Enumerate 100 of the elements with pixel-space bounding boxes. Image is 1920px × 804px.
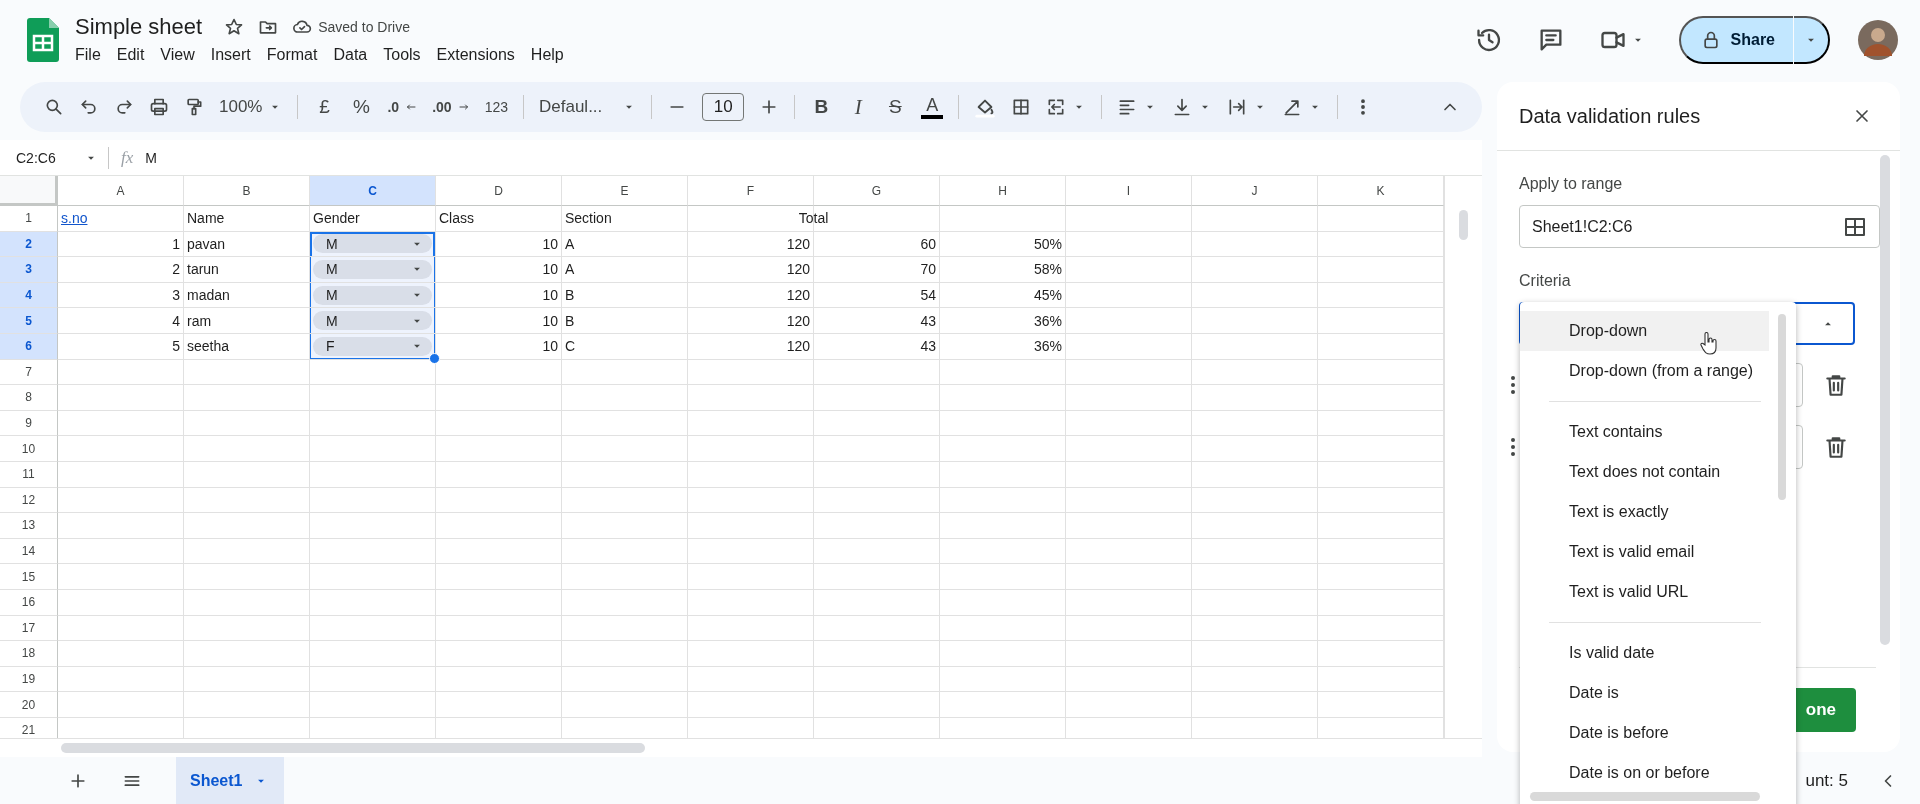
table-cell: 43: [814, 308, 940, 334]
menu-option[interactable]: Text contains: [1520, 412, 1769, 452]
drag-handle-icon[interactable]: [1510, 373, 1516, 397]
table-cell: 10: [436, 333, 562, 360]
sheet-tab[interactable]: Sheet1: [176, 757, 285, 804]
row-header[interactable]: 18: [0, 641, 58, 667]
number-format-button[interactable]: 123: [484, 99, 508, 115]
percent-format-button[interactable]: %: [350, 96, 373, 118]
table-cell: Class: [436, 206, 562, 232]
selection-count[interactable]: unt: 5: [1805, 770, 1848, 791]
row-header[interactable]: 10: [0, 436, 58, 462]
row-header[interactable]: 15: [0, 564, 58, 590]
fill-handle[interactable]: [429, 352, 440, 364]
undo-icon[interactable]: [79, 97, 99, 117]
menu-item[interactable]: Help: [522, 44, 572, 66]
arrow-right-icon: [457, 101, 470, 113]
menu-option[interactable]: Text is exactly: [1520, 492, 1769, 532]
field-label: Criteria: [1519, 272, 1572, 290]
row-header[interactable]: 3: [0, 257, 58, 283]
dropdown-chip[interactable]: M: [313, 285, 432, 305]
range-field[interactable]: Sheet1!C2:C6: [1519, 205, 1880, 248]
row-header[interactable]: 7: [0, 359, 58, 386]
paint-roller-icon[interactable]: [184, 97, 204, 117]
scrollbar[interactable]: [1880, 155, 1890, 645]
row-header[interactable]: 13: [0, 513, 58, 539]
field-label: Apply to range: [1519, 175, 1624, 193]
zoom-dropdown[interactable]: 100%: [219, 97, 283, 117]
print-icon[interactable]: [149, 97, 169, 117]
user-avatar[interactable]: [1858, 20, 1898, 60]
star-icon[interactable]: [224, 17, 245, 37]
menu-item[interactable]: Tools: [375, 44, 429, 66]
redo-icon[interactable]: [114, 97, 134, 117]
row-header[interactable]: 5: [0, 308, 58, 334]
table-cell: A: [562, 257, 688, 283]
currency-format-button[interactable]: £: [313, 96, 336, 118]
drag-handle-icon[interactable]: [1510, 435, 1516, 459]
table-cell: Section: [562, 206, 688, 232]
trash-icon[interactable]: [1823, 434, 1849, 460]
dropdown-chip[interactable]: F: [313, 336, 432, 356]
menu-item[interactable]: View: [152, 44, 203, 66]
menu-item[interactable]: Edit: [108, 44, 153, 66]
history-icon[interactable]: [1474, 26, 1503, 54]
search-icon[interactable]: [44, 97, 64, 117]
row-header[interactable]: 17: [0, 615, 58, 642]
bold-button[interactable]: B: [810, 96, 833, 118]
font-size-field[interactable]: 10: [702, 93, 745, 121]
dropdown-chip[interactable]: M: [313, 234, 432, 254]
row-header[interactable]: 9: [0, 410, 58, 437]
menu-item[interactable]: Insert: [202, 44, 259, 66]
name-box[interactable]: C2:C6: [0, 149, 108, 166]
menu-option[interactable]: Drop-down: [1520, 311, 1769, 351]
cell-link[interactable]: s.no: [61, 210, 88, 227]
row-header[interactable]: 16: [0, 589, 58, 616]
menu-option[interactable]: Drop-down (from a range): [1520, 351, 1769, 391]
table-cell: 36%: [940, 333, 1066, 360]
menu-item[interactable]: Format: [258, 44, 326, 66]
table-cell: Gender: [310, 206, 436, 232]
scrollbar[interactable]: [1530, 792, 1760, 801]
row-header[interactable]: 20: [0, 692, 58, 718]
strikethrough-button[interactable]: S: [884, 96, 907, 118]
menu-option[interactable]: Text is valid URL: [1520, 572, 1769, 612]
row-header[interactable]: 2: [0, 231, 58, 258]
scrollbar[interactable]: [1459, 210, 1468, 240]
trash-icon[interactable]: [1823, 372, 1849, 398]
formula-field[interactable]: M: [145, 149, 157, 166]
row-header[interactable]: 1: [0, 206, 58, 232]
dropdown-chip[interactable]: M: [313, 311, 432, 331]
scrollbar[interactable]: [1778, 314, 1786, 500]
menu-item[interactable]: File: [67, 44, 109, 66]
table-cell: C: [562, 333, 688, 360]
font-dropdown[interactable]: Defaul...: [539, 97, 637, 117]
menu-option[interactable]: Date is on or before: [1520, 753, 1769, 793]
decrease-decimal-button[interactable]: .0: [387, 99, 418, 115]
menu-item[interactable]: Data: [325, 44, 376, 66]
table-cell: A: [562, 231, 688, 258]
menu-option[interactable]: Text is valid email: [1520, 532, 1769, 572]
menu-item[interactable]: Extensions: [428, 44, 523, 66]
row-header[interactable]: 4: [0, 282, 58, 309]
share-button[interactable]: Share: [1678, 16, 1830, 64]
row-header[interactable]: 6: [0, 333, 58, 360]
menu-option[interactable]: Is valid date: [1520, 633, 1769, 673]
italic-button[interactable]: I: [847, 94, 870, 120]
row-header[interactable]: 14: [0, 538, 58, 565]
increase-decimal-button[interactable]: .00: [432, 99, 470, 115]
merge-icon: [1046, 97, 1067, 117]
row-header[interactable]: 11: [0, 461, 58, 488]
row-header[interactable]: 19: [0, 666, 58, 693]
table-cell: 120: [688, 308, 814, 334]
sheets-logo[interactable]: [27, 18, 59, 62]
column-header[interactable]: C: [310, 176, 436, 206]
menu-option[interactable]: Text does not contain: [1520, 452, 1769, 492]
row-header[interactable]: 8: [0, 385, 58, 411]
text-color-button[interactable]: A: [921, 95, 944, 119]
document-title[interactable]: Simple sheet: [75, 14, 203, 40]
row-header[interactable]: 12: [0, 487, 58, 514]
table-cell: 60: [814, 231, 940, 258]
borders-icon[interactable]: [1011, 97, 1032, 117]
function-label: fx: [121, 147, 134, 168]
dropdown-chip[interactable]: M: [313, 260, 432, 279]
scrollbar[interactable]: [61, 743, 645, 753]
